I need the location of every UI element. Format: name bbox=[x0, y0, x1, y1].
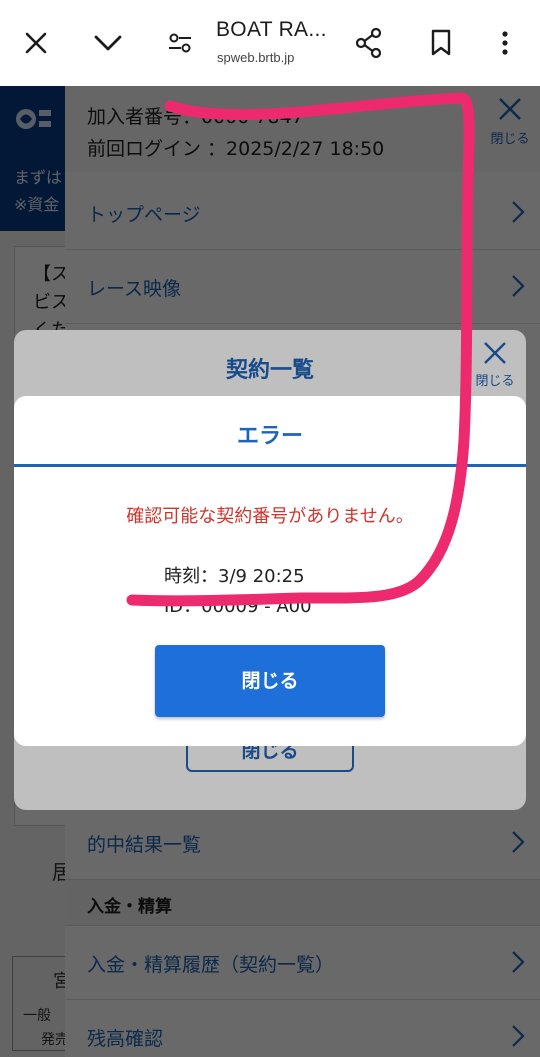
more-vert-icon[interactable] bbox=[485, 23, 525, 63]
error-title: エラー bbox=[236, 424, 303, 449]
bookmark-icon[interactable] bbox=[421, 23, 461, 63]
browser-toolbar: BOAT RA... spweb.brtb.jp bbox=[0, 0, 540, 86]
close-icon[interactable] bbox=[16, 23, 56, 63]
error-message: 確認可能な契約番号がありません。 bbox=[126, 506, 414, 527]
tune-icon[interactable] bbox=[160, 23, 200, 63]
error-time: 時刻：3/9 20:25 bbox=[164, 566, 305, 587]
error-close-button[interactable]: 閉じる bbox=[155, 645, 385, 717]
divider bbox=[14, 464, 526, 467]
share-icon[interactable] bbox=[349, 23, 389, 63]
chevron-down-icon[interactable] bbox=[88, 23, 128, 63]
page-title: BOAT RA... bbox=[216, 18, 327, 41]
error-id: ID：00009 - A00 bbox=[164, 596, 312, 617]
page-url: spweb.brtb.jp bbox=[217, 50, 295, 65]
error-dialog: エラー 確認可能な契約番号がありません。 時刻：3/9 20:25 ID：000… bbox=[14, 396, 526, 746]
